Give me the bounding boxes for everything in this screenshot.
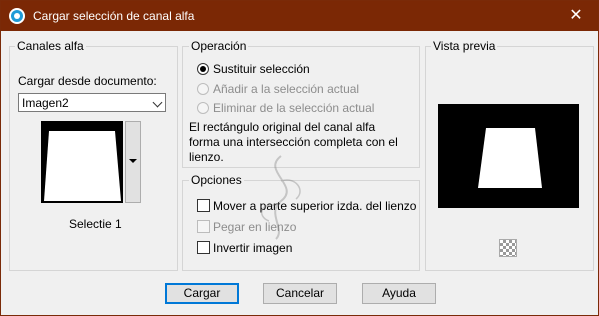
title-bar: Cargar selección de canal alfa ✕ bbox=[1, 1, 598, 31]
alpha-channels-legend: Canales alfa bbox=[15, 39, 86, 53]
replace-selection-radio[interactable] bbox=[197, 63, 209, 75]
dialog-window: Cargar selección de canal alfa ✕ Canales… bbox=[0, 0, 599, 316]
channel-name-label: Selectie 1 bbox=[69, 217, 122, 231]
cancel-button[interactable]: Cancelar bbox=[263, 283, 337, 304]
options-legend: Opciones bbox=[189, 173, 244, 187]
load-button[interactable]: Cargar bbox=[165, 283, 239, 304]
window-title: Cargar selección de canal alfa bbox=[33, 9, 195, 23]
preview-legend: Vista previa bbox=[431, 39, 498, 53]
channel-thumbnail-image bbox=[43, 123, 121, 201]
load-from-document-label: Cargar desde documento: bbox=[18, 74, 157, 88]
operation-legend: Operación bbox=[189, 39, 249, 53]
watermark-ornament-icon bbox=[260, 155, 301, 240]
channel-dropdown-button[interactable] bbox=[125, 121, 141, 203]
remove-from-selection-radio[interactable] bbox=[197, 102, 209, 114]
channel-thumbnail[interactable] bbox=[41, 121, 123, 203]
app-icon bbox=[9, 8, 25, 24]
help-button[interactable]: Ayuda bbox=[362, 283, 436, 304]
document-select-value: Imagen2 bbox=[22, 96, 69, 110]
move-top-left-checkbox[interactable] bbox=[197, 199, 210, 212]
chevron-down-icon bbox=[152, 97, 163, 108]
replace-selection-label[interactable]: Sustituir selección bbox=[213, 62, 310, 76]
remove-from-selection-label[interactable]: Eliminar de la selección actual bbox=[213, 101, 374, 115]
add-to-selection-label[interactable]: Añadir a la selección actual bbox=[213, 82, 359, 96]
invert-image-label[interactable]: Invertir imagen bbox=[213, 241, 292, 255]
transparency-checker-icon[interactable] bbox=[499, 239, 517, 257]
invert-image-checkbox[interactable] bbox=[197, 241, 210, 254]
preview-canvas bbox=[438, 104, 579, 208]
paste-on-canvas-checkbox[interactable] bbox=[197, 220, 210, 233]
close-button[interactable]: ✕ bbox=[554, 1, 598, 31]
document-select[interactable]: Imagen2 bbox=[18, 93, 166, 112]
add-to-selection-radio[interactable] bbox=[197, 83, 209, 95]
